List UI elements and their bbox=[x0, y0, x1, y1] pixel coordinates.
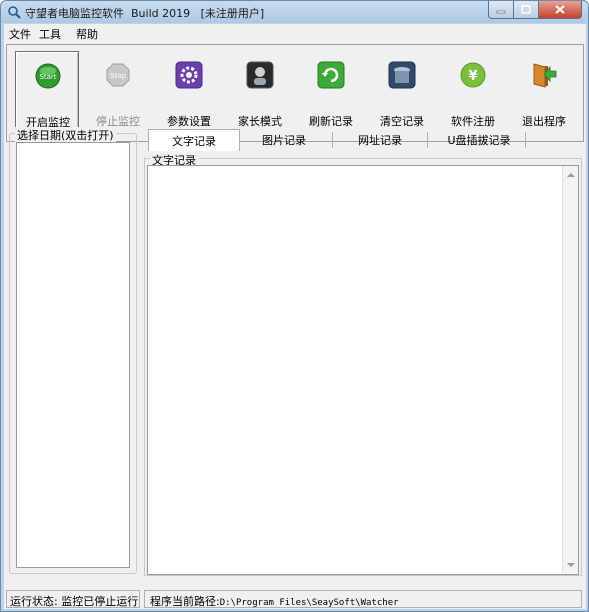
title-bar[interactable]: 守望者电脑监控软件 Build 2019 [未注册用户] bbox=[1, 1, 588, 23]
clear-records-label: 清空记录 bbox=[380, 115, 424, 128]
yen-icon: ¥ bbox=[460, 62, 486, 88]
window-title: 守望者电脑监控软件 Build 2019 [未注册用户] bbox=[25, 7, 265, 20]
tab-usb-records[interactable]: U盘插拔记录 bbox=[434, 129, 524, 149]
menu-bar: 文件 工具 帮助 bbox=[4, 24, 586, 43]
menu-help[interactable]: 帮助 bbox=[76, 26, 98, 42]
close-button[interactable] bbox=[539, 1, 582, 19]
refresh-icon bbox=[317, 61, 345, 89]
date-panel-legend: 选择日期(双击打开) bbox=[15, 127, 116, 143]
parent-mode-icon bbox=[246, 61, 274, 89]
tab-image-records[interactable]: 图片记录 bbox=[246, 129, 322, 149]
status-path: 程序当前路径:D:\Program Files\SeaySoft\Watcher bbox=[144, 590, 582, 608]
text-records-panel: 文字记录 bbox=[144, 152, 582, 576]
tab-separator bbox=[332, 132, 333, 148]
clear-records-button[interactable]: 清空记录 bbox=[370, 51, 434, 131]
register-button[interactable]: ¥ 软件注册 bbox=[441, 51, 505, 131]
scroll-up-icon[interactable] bbox=[567, 173, 575, 177]
scroll-down-icon[interactable] bbox=[567, 563, 575, 567]
menu-tools[interactable]: 工具 bbox=[39, 26, 61, 42]
exit-button[interactable]: 退出程序 bbox=[512, 51, 576, 131]
settings-button[interactable]: 参数设置 bbox=[157, 51, 221, 131]
date-list[interactable] bbox=[16, 142, 130, 568]
minimize-icon bbox=[496, 10, 506, 13]
trash-icon bbox=[388, 61, 416, 89]
client-area: 文件 工具 帮助 Start 开启监控 Stop 停止监控 参数设置 家长模式 … bbox=[4, 24, 586, 609]
tab-url-records[interactable]: 网址记录 bbox=[342, 129, 418, 149]
tab-separator bbox=[525, 132, 526, 148]
svg-text:Stop: Stop bbox=[110, 72, 126, 80]
svg-text:¥: ¥ bbox=[468, 69, 477, 84]
maximize-icon bbox=[521, 5, 531, 14]
refresh-label: 刷新记录 bbox=[309, 115, 353, 128]
exit-icon bbox=[533, 63, 557, 88]
parent-mode-button[interactable]: 家长模式 bbox=[228, 51, 292, 131]
refresh-button[interactable]: 刷新记录 bbox=[299, 51, 363, 131]
stop-icon: Stop bbox=[106, 63, 130, 87]
menu-file[interactable]: 文件 bbox=[9, 26, 31, 42]
svg-text:Start: Start bbox=[39, 73, 56, 81]
start-monitor-button[interactable]: Start 开启监控 bbox=[15, 51, 79, 131]
parent-mode-label: 家长模式 bbox=[238, 115, 282, 128]
app-window: 守望者电脑监控软件 Build 2019 [未注册用户] 文件 工具 帮助 St… bbox=[0, 0, 589, 612]
record-tabs: 文字记录 图片记录 网址记录 U盘插拔记录 bbox=[144, 129, 580, 151]
path-label: 程序当前路径: bbox=[150, 595, 220, 608]
settings-icon bbox=[175, 61, 203, 89]
status-running: 运行状态: 监控已停止运行 bbox=[6, 590, 140, 608]
tab-separator bbox=[427, 132, 428, 148]
minimize-button[interactable] bbox=[488, 1, 514, 19]
app-icon bbox=[8, 6, 21, 19]
window-controls bbox=[488, 1, 582, 19]
settings-label: 参数设置 bbox=[167, 115, 211, 128]
vertical-scrollbar[interactable] bbox=[562, 166, 578, 574]
start-icon: Start bbox=[35, 63, 61, 89]
text-records-area[interactable] bbox=[147, 165, 579, 575]
maximize-button[interactable] bbox=[514, 1, 539, 19]
stop-monitor-button[interactable]: Stop 停止监控 bbox=[86, 51, 150, 131]
register-label: 软件注册 bbox=[451, 115, 495, 128]
close-icon bbox=[555, 5, 565, 14]
date-panel: 选择日期(双击打开) bbox=[9, 127, 137, 574]
tab-text-records[interactable]: 文字记录 bbox=[148, 129, 240, 151]
path-value: D:\Program Files\SeaySoft\Watcher bbox=[219, 598, 399, 608]
exit-label: 退出程序 bbox=[522, 115, 566, 128]
